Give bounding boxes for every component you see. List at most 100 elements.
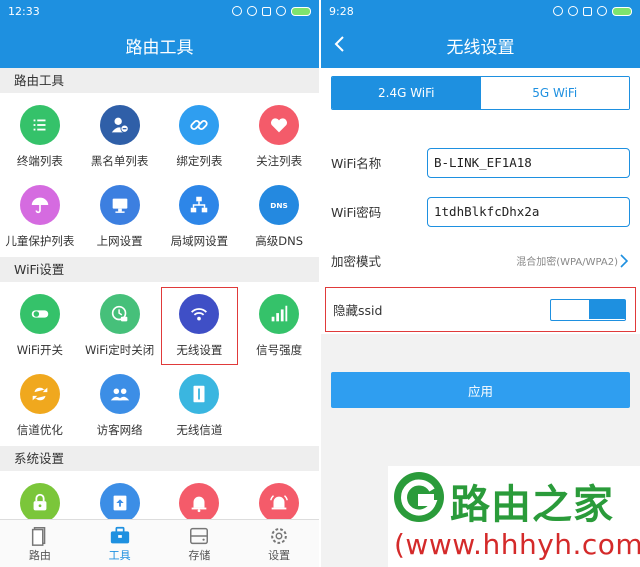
status-bar: 12:33 <box>0 0 319 22</box>
sim-icon <box>583 6 592 16</box>
tool-label: 局域网设置 <box>170 234 229 248</box>
page-title: 无线设置 <box>446 37 515 58</box>
tool-item[interactable]: 无线信道 <box>160 366 240 446</box>
tool-label: 无线设置 <box>176 343 223 357</box>
umbrella-icon <box>19 185 60 225</box>
section-title: 路由工具 <box>0 68 319 93</box>
tool-item[interactable]: 黑名单列表 <box>80 97 160 177</box>
gear-icon <box>271 528 288 544</box>
encryption-row[interactable]: 加密模式 混合加密(WPA/WPA2) <box>321 236 640 285</box>
tool-grid: WiFi开关 WiFi定时关闭 无线设置 信号强度信道优化 访客网络 无线信道 <box>0 282 319 446</box>
tool-label: 终端列表 <box>16 154 63 168</box>
page-title: 路由工具 <box>125 37 194 58</box>
wifi-icon <box>179 294 220 334</box>
tool-label: 信号强度 <box>256 343 303 357</box>
bell-alert-icon <box>259 483 300 523</box>
wifi-name-label: WiFi名称 <box>331 156 382 171</box>
sim-icon <box>262 6 271 16</box>
page-header: 无线设置 <box>321 22 640 68</box>
tool-item[interactable]: 信道优化 <box>0 366 80 446</box>
tab-2g-wifi[interactable]: 2.4G WiFi <box>332 77 481 109</box>
signal-icon <box>259 294 300 334</box>
tool-label: 无线信道 <box>176 423 223 437</box>
wifi-password-input[interactable] <box>427 196 630 227</box>
toolbox-icon <box>110 526 129 544</box>
storage-icon <box>190 527 209 545</box>
tab-5g-wifi[interactable]: 5G WiFi <box>480 77 629 109</box>
tool-item[interactable]: DNS 高级DNS <box>239 177 319 257</box>
tool-label: 绑定列表 <box>176 154 223 168</box>
battery-icon <box>291 6 311 16</box>
band-selector: 2.4G WiFi 5G WiFi <box>331 76 630 110</box>
heart-icon <box>259 105 300 145</box>
tab-label: 设置 <box>268 549 291 562</box>
bottom-tab-bar: 路由 工具 存储 设置 <box>0 519 319 567</box>
upload-icon <box>99 483 140 523</box>
tool-item[interactable]: 终端列表 <box>0 97 80 177</box>
watermark-title: 路由之家 <box>450 482 614 528</box>
tool-item[interactable]: 局域网设置 <box>160 177 240 257</box>
tool-item[interactable]: WiFi开关 <box>0 286 80 366</box>
tool-item[interactable]: 无线设置 <box>160 286 240 366</box>
channel-icon <box>179 374 220 414</box>
wifi-form: WiFi名称 WiFi密码 加密模式 混合加密(WPA/WPA2) 隐藏ssid <box>321 138 640 334</box>
wifi-password-label: WiFi密码 <box>331 205 382 220</box>
tool-label: 访客网络 <box>96 423 143 437</box>
wifi-status-icon <box>568 6 578 16</box>
link-icon <box>179 105 220 145</box>
apply-button[interactable]: 应用 <box>331 372 630 408</box>
status-time: 12:33 <box>8 4 40 18</box>
bell-icon <box>179 483 220 523</box>
brand-logo-icon <box>394 472 444 522</box>
tool-item[interactable]: 儿童保护列表 <box>0 177 80 257</box>
lock-icon <box>19 483 60 523</box>
wifi-name-row: WiFi名称 <box>321 138 640 187</box>
chevron-right-icon <box>620 254 628 268</box>
tool-label: 上网设置 <box>96 234 143 248</box>
tab-storage[interactable]: 存储 <box>160 520 240 567</box>
wifi-name-input[interactable] <box>427 147 630 178</box>
list-icon <box>19 105 60 145</box>
section-title: WiFi设置 <box>0 257 319 282</box>
refresh-icon <box>19 374 60 414</box>
tool-label: 信道优化 <box>16 423 63 437</box>
tab-label: 路由 <box>28 549 51 562</box>
status-time: 9:28 <box>329 4 354 18</box>
encryption-label: 加密模式 <box>331 254 382 269</box>
watermark-url: (www.hhhyh.com) <box>394 528 640 561</box>
tool-item[interactable]: WiFi定时关闭 <box>80 286 160 366</box>
user-block-icon <box>99 105 140 145</box>
section-title: 系统设置 <box>0 446 319 471</box>
hide-ssid-label: 隐藏ssid <box>333 303 383 318</box>
battery-icon <box>612 6 632 16</box>
tool-item[interactable]: 绑定列表 <box>160 97 240 177</box>
wifi-password-row: WiFi密码 <box>321 187 640 236</box>
tab-router[interactable]: 路由 <box>0 520 80 567</box>
tool-grid: 终端列表 黑名单列表 绑定列表 关注列表儿童保护列表 上网设置 局域网设置 DNS 高级DNS <box>0 93 319 257</box>
tool-label: 儿童保护列表 <box>5 234 75 248</box>
tool-label: 高级DNS <box>255 234 303 248</box>
tool-item[interactable]: 信号强度 <box>239 286 319 366</box>
page-header: 路由工具 <box>0 22 319 68</box>
tool-sections: 路由工具终端列表 黑名单列表 绑定列表 关注列表儿童保护列表 上网设置 局域网设置 DNS 高… <box>0 68 319 555</box>
tool-label: 关注列表 <box>256 154 303 168</box>
tab-label: 工具 <box>108 549 131 562</box>
tool-label: WiFi开关 <box>16 343 64 357</box>
tab-label: 存储 <box>188 549 211 562</box>
tab-tools[interactable]: 工具 <box>80 520 160 567</box>
tool-item[interactable]: 上网设置 <box>80 177 160 257</box>
clock-icon <box>99 294 140 334</box>
tools-screen: 12:33 路由工具 路由工具 终端列表 黑名单列表 绑定列表 关注列表 儿童保护列表 上网… <box>0 0 319 567</box>
watermark: 路由之家 (www.hhhyh.com) <box>388 466 640 567</box>
back-arrow-icon[interactable] <box>333 35 347 53</box>
hide-ssid-toggle[interactable] <box>550 299 626 321</box>
monitor-icon <box>99 185 140 225</box>
encryption-value: 混合加密(WPA/WPA2) <box>516 257 618 268</box>
tool-item[interactable]: 关注列表 <box>239 97 319 177</box>
tool-item[interactable]: 访客网络 <box>80 366 160 446</box>
toggle-knob <box>589 300 625 319</box>
tab-settings[interactable]: 设置 <box>239 520 319 567</box>
network-icon <box>179 185 220 225</box>
charge-icon <box>276 6 286 16</box>
hide-ssid-row: 隐藏ssid <box>323 285 638 334</box>
